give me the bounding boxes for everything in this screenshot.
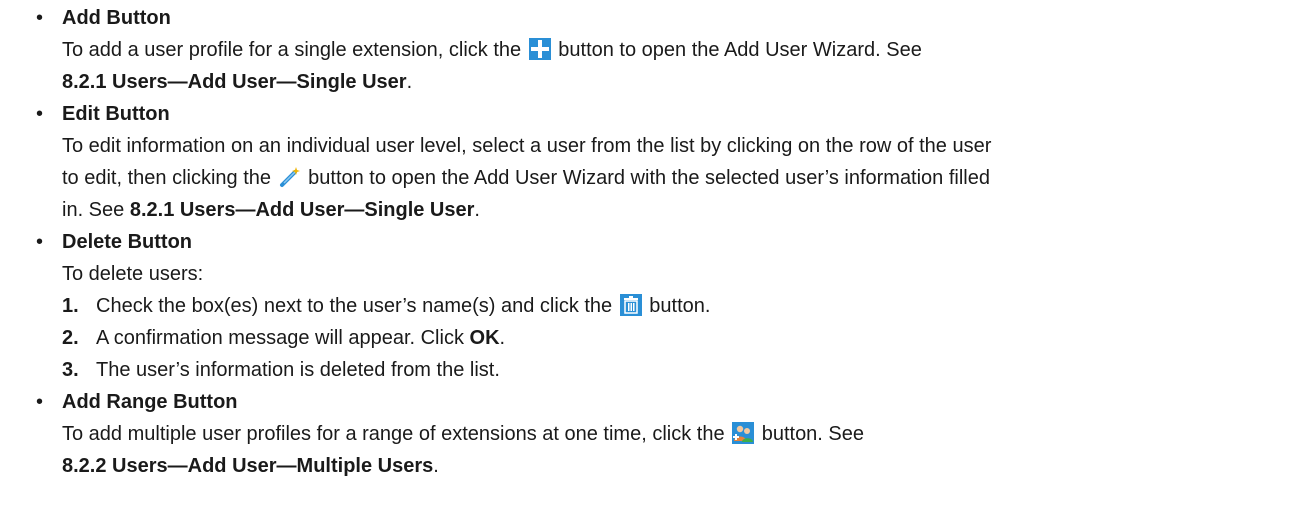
step-text-tail: . xyxy=(499,327,506,349)
delete-step-3: The user’s information is deleted from t… xyxy=(96,358,500,382)
punctuation: . xyxy=(433,455,439,477)
punctuation: . xyxy=(474,199,480,221)
punctuation: . xyxy=(406,71,413,93)
bullet: • xyxy=(36,7,44,29)
range-description: To add multiple user profiles for a rang… xyxy=(62,422,864,446)
edit-text-2a: to edit, then clicking the xyxy=(62,167,272,189)
step-text-tail: button. xyxy=(649,295,711,317)
step-text: The user’s information is deleted from t… xyxy=(96,359,500,381)
range-text-1: To add multiple user profiles for a rang… xyxy=(62,423,725,445)
cross-reference-link[interactable]: 8.2.2 Users—Add User—Multiple Users xyxy=(62,455,433,477)
delete-intro: To delete users: xyxy=(62,263,204,285)
step-text: A confirmation message will appear. Clic… xyxy=(96,327,464,349)
edit-line-1: To edit information on an individual use… xyxy=(62,135,992,157)
add-text-1: To add a user profile for a single exten… xyxy=(62,39,522,61)
step-number: 3. xyxy=(62,359,79,381)
ok-label: OK xyxy=(469,327,500,349)
plus-icon xyxy=(528,38,551,60)
step-number: 1. xyxy=(62,295,79,317)
delete-step-2: A confirmation message will appear. Clic… xyxy=(96,326,505,350)
cross-reference-link[interactable]: 8.2.1 Users—Add User—Single User xyxy=(130,199,475,221)
heading-add-range-button: Add Range Button xyxy=(62,391,238,413)
edit-wand-icon xyxy=(278,166,301,188)
heading-add-button: Add Button xyxy=(62,7,171,29)
step-number: 2. xyxy=(62,327,79,349)
add-button-description: To add a user profile for a single exten… xyxy=(62,38,922,62)
step-text: Check the box(es) next to the user’s nam… xyxy=(96,295,613,317)
range-text-2: button. See xyxy=(761,423,865,445)
edit-text-2b: button to open the Add User Wizard with … xyxy=(308,167,990,189)
bullet: • xyxy=(36,231,44,253)
cross-reference-link[interactable]: 8.2.1 Users—Add User—Single User xyxy=(62,71,407,93)
edit-line-3: in. See 8.2.1 Users—Add User—Single User… xyxy=(62,198,480,222)
bullet: • xyxy=(36,103,44,125)
edit-text-3a: in. See xyxy=(62,199,125,221)
bullet: • xyxy=(36,391,44,413)
multiple-users-icon xyxy=(732,422,755,444)
add-text-2: button to open the Add User Wizard. See xyxy=(558,39,922,61)
delete-step-1: Check the box(es) next to the user’s nam… xyxy=(96,294,710,318)
edit-line-2: to edit, then clicking the button to ope… xyxy=(62,166,990,190)
range-reference: 8.2.2 Users—Add User—Multiple Users. xyxy=(62,454,439,478)
heading-edit-button: Edit Button xyxy=(62,103,170,125)
trash-icon xyxy=(619,294,642,316)
heading-delete-button: Delete Button xyxy=(62,231,192,253)
add-reference: 8.2.1 Users—Add User—Single User. xyxy=(62,70,412,94)
